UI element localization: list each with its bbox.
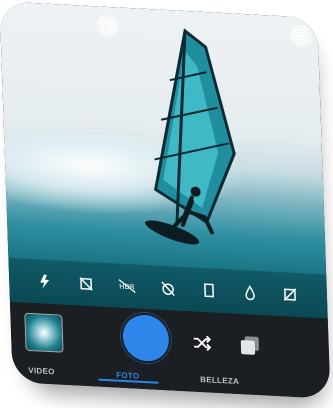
- crop-off-icon[interactable]: [75, 272, 98, 295]
- gallery-thumbnail[interactable]: [24, 313, 63, 353]
- active-mode-indicator: [98, 379, 158, 384]
- camera-controls: VIDEO FOTO BELLEZA: [10, 302, 331, 399]
- drop-icon[interactable]: [238, 281, 261, 304]
- mode-video[interactable]: VIDEO: [28, 366, 55, 376]
- shutter-button[interactable]: [122, 314, 170, 363]
- filters-icon[interactable]: [236, 332, 263, 359]
- flash-auto-icon[interactable]: [34, 270, 57, 293]
- hdr-off-icon[interactable]: HDR: [116, 274, 139, 297]
- aspect-ratio-icon[interactable]: [197, 279, 220, 302]
- camera-viewfinder[interactable]: HDR: [0, 1, 328, 318]
- timer-off-icon[interactable]: [157, 277, 180, 300]
- phone-frame: HDR VIDEO FOTO BELLEZA: [0, 1, 331, 399]
- shuffle-icon[interactable]: [191, 331, 214, 354]
- grid-off-icon[interactable]: [279, 283, 302, 306]
- mode-belleza[interactable]: BELLEZA: [200, 375, 239, 386]
